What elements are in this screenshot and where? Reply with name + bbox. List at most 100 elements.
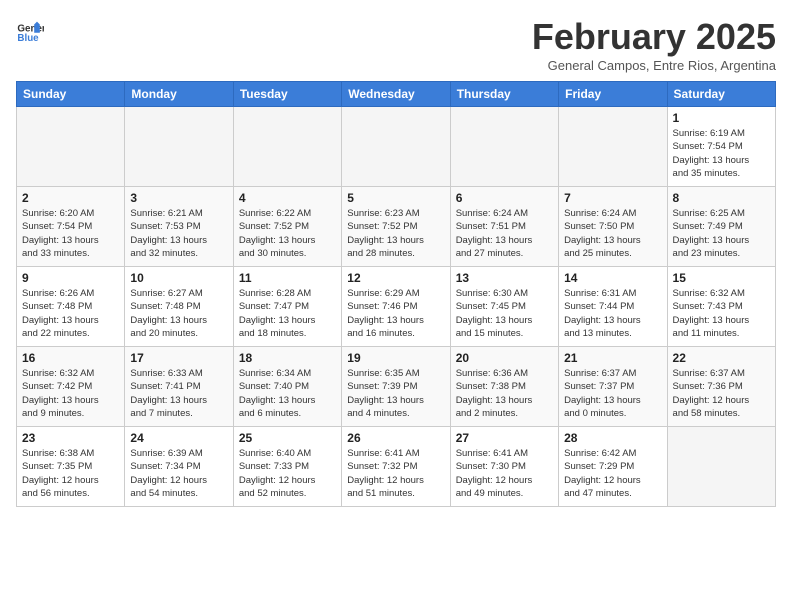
day-number: 7 [564,191,661,205]
calendar-cell: 25 Sunrise: 6:40 AM Sunset: 7:33 PM Dayli… [233,427,341,507]
day-number: 16 [22,351,119,365]
day-info: Sunrise: 6:41 AM Sunset: 7:30 PM Dayligh… [456,447,553,500]
calendar-cell: 16 Sunrise: 6:32 AM Sunset: 7:42 PM Dayli… [17,347,125,427]
day-number: 27 [456,431,553,445]
weekday-header-thursday: Thursday [450,82,558,107]
calendar-cell: 17 Sunrise: 6:33 AM Sunset: 7:41 PM Dayli… [125,347,233,427]
day-info: Sunrise: 6:19 AM Sunset: 7:54 PM Dayligh… [673,127,770,180]
week-row-3: 9 Sunrise: 6:26 AM Sunset: 7:48 PM Daylig… [17,267,776,347]
day-number: 14 [564,271,661,285]
calendar-cell: 12 Sunrise: 6:29 AM Sunset: 7:46 PM Dayli… [342,267,450,347]
day-number: 18 [239,351,336,365]
day-number: 8 [673,191,770,205]
day-number: 10 [130,271,227,285]
day-info: Sunrise: 6:37 AM Sunset: 7:37 PM Dayligh… [564,367,661,420]
calendar-cell [450,107,558,187]
day-number: 19 [347,351,444,365]
calendar-cell: 19 Sunrise: 6:35 AM Sunset: 7:39 PM Dayli… [342,347,450,427]
calendar-cell: 9 Sunrise: 6:26 AM Sunset: 7:48 PM Daylig… [17,267,125,347]
weekday-header-saturday: Saturday [667,82,775,107]
day-number: 5 [347,191,444,205]
calendar-cell: 28 Sunrise: 6:42 AM Sunset: 7:29 PM Dayli… [559,427,667,507]
day-number: 15 [673,271,770,285]
day-number: 13 [456,271,553,285]
day-number: 12 [347,271,444,285]
calendar-cell [17,107,125,187]
day-info: Sunrise: 6:26 AM Sunset: 7:48 PM Dayligh… [22,287,119,340]
title-block: February 2025 General Campos, Entre Rios… [532,16,776,73]
day-number: 25 [239,431,336,445]
week-row-2: 2 Sunrise: 6:20 AM Sunset: 7:54 PM Daylig… [17,187,776,267]
calendar-cell: 10 Sunrise: 6:27 AM Sunset: 7:48 PM Dayli… [125,267,233,347]
day-info: Sunrise: 6:22 AM Sunset: 7:52 PM Dayligh… [239,207,336,260]
day-number: 20 [456,351,553,365]
week-row-5: 23 Sunrise: 6:38 AM Sunset: 7:35 PM Dayli… [17,427,776,507]
calendar-cell [233,107,341,187]
day-number: 2 [22,191,119,205]
week-row-1: 1 Sunrise: 6:19 AM Sunset: 7:54 PM Daylig… [17,107,776,187]
day-number: 11 [239,271,336,285]
calendar-table: SundayMondayTuesdayWednesdayThursdayFrid… [16,81,776,507]
calendar-cell: 18 Sunrise: 6:34 AM Sunset: 7:40 PM Dayli… [233,347,341,427]
calendar-cell: 3 Sunrise: 6:21 AM Sunset: 7:53 PM Daylig… [125,187,233,267]
day-number: 17 [130,351,227,365]
day-info: Sunrise: 6:29 AM Sunset: 7:46 PM Dayligh… [347,287,444,340]
month-title: February 2025 [532,16,776,58]
calendar-cell: 4 Sunrise: 6:22 AM Sunset: 7:52 PM Daylig… [233,187,341,267]
weekday-header-friday: Friday [559,82,667,107]
day-info: Sunrise: 6:40 AM Sunset: 7:33 PM Dayligh… [239,447,336,500]
logo: General Blue [16,16,44,44]
day-info: Sunrise: 6:37 AM Sunset: 7:36 PM Dayligh… [673,367,770,420]
weekday-header-row: SundayMondayTuesdayWednesdayThursdayFrid… [17,82,776,107]
calendar-cell: 23 Sunrise: 6:38 AM Sunset: 7:35 PM Dayli… [17,427,125,507]
day-number: 9 [22,271,119,285]
day-info: Sunrise: 6:27 AM Sunset: 7:48 PM Dayligh… [130,287,227,340]
calendar-cell: 13Sunrise: 6:30 AM Sunset: 7:45 PM Dayli… [450,267,558,347]
day-info: Sunrise: 6:42 AM Sunset: 7:29 PM Dayligh… [564,447,661,500]
day-number: 23 [22,431,119,445]
day-info: Sunrise: 6:38 AM Sunset: 7:35 PM Dayligh… [22,447,119,500]
calendar-cell: 11 Sunrise: 6:28 AM Sunset: 7:47 PM Dayli… [233,267,341,347]
day-number: 21 [564,351,661,365]
day-info: Sunrise: 6:35 AM Sunset: 7:39 PM Dayligh… [347,367,444,420]
day-number: 24 [130,431,227,445]
day-number: 1 [673,111,770,125]
calendar-cell: 5 Sunrise: 6:23 AM Sunset: 7:52 PM Daylig… [342,187,450,267]
day-info: Sunrise: 6:25 AM Sunset: 7:49 PM Dayligh… [673,207,770,260]
day-info: Sunrise: 6:41 AM Sunset: 7:32 PM Dayligh… [347,447,444,500]
calendar-cell: 20Sunrise: 6:36 AM Sunset: 7:38 PM Dayli… [450,347,558,427]
calendar-cell: 7 Sunrise: 6:24 AM Sunset: 7:50 PM Daylig… [559,187,667,267]
weekday-header-sunday: Sunday [17,82,125,107]
day-info: Sunrise: 6:21 AM Sunset: 7:53 PM Dayligh… [130,207,227,260]
day-info: Sunrise: 6:24 AM Sunset: 7:51 PM Dayligh… [456,207,553,260]
calendar-cell: 21 Sunrise: 6:37 AM Sunset: 7:37 PM Dayli… [559,347,667,427]
day-info: Sunrise: 6:28 AM Sunset: 7:47 PM Dayligh… [239,287,336,340]
calendar-cell: 6 Sunrise: 6:24 AM Sunset: 7:51 PM Daylig… [450,187,558,267]
calendar-cell: 24Sunrise: 6:39 AM Sunset: 7:34 PM Dayli… [125,427,233,507]
day-number: 28 [564,431,661,445]
day-number: 26 [347,431,444,445]
day-info: Sunrise: 6:34 AM Sunset: 7:40 PM Dayligh… [239,367,336,420]
calendar-cell: 15Sunrise: 6:32 AM Sunset: 7:43 PM Dayli… [667,267,775,347]
calendar-cell: 26 Sunrise: 6:41 AM Sunset: 7:32 PM Dayli… [342,427,450,507]
calendar-cell: 1 Sunrise: 6:19 AM Sunset: 7:54 PM Daylig… [667,107,775,187]
day-number: 4 [239,191,336,205]
day-info: Sunrise: 6:32 AM Sunset: 7:42 PM Dayligh… [22,367,119,420]
day-number: 22 [673,351,770,365]
day-info: Sunrise: 6:33 AM Sunset: 7:41 PM Dayligh… [130,367,227,420]
svg-text:Blue: Blue [17,33,39,44]
calendar-cell: 8 Sunrise: 6:25 AM Sunset: 7:49 PM Daylig… [667,187,775,267]
calendar-cell [342,107,450,187]
calendar-cell: 27 Sunrise: 6:41 AM Sunset: 7:30 PM Dayli… [450,427,558,507]
weekday-header-wednesday: Wednesday [342,82,450,107]
calendar-cell: 2 Sunrise: 6:20 AM Sunset: 7:54 PM Daylig… [17,187,125,267]
day-info: Sunrise: 6:20 AM Sunset: 7:54 PM Dayligh… [22,207,119,260]
day-info: Sunrise: 6:23 AM Sunset: 7:52 PM Dayligh… [347,207,444,260]
day-info: Sunrise: 6:24 AM Sunset: 7:50 PM Dayligh… [564,207,661,260]
weekday-header-monday: Monday [125,82,233,107]
day-number: 3 [130,191,227,205]
week-row-4: 16 Sunrise: 6:32 AM Sunset: 7:42 PM Dayli… [17,347,776,427]
day-number: 6 [456,191,553,205]
calendar-cell [667,427,775,507]
page-header: General Blue February 2025 General Campo… [16,16,776,73]
